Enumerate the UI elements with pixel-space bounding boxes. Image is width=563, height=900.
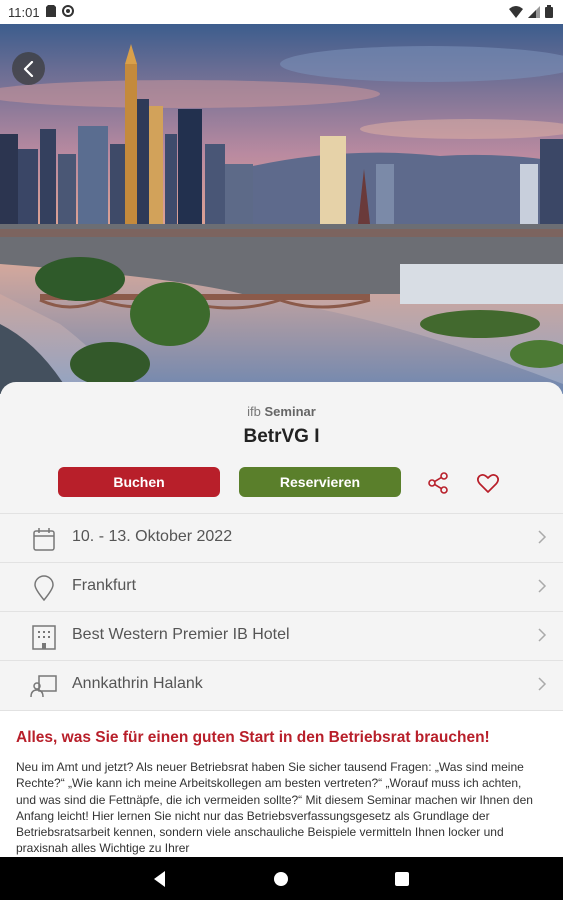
reserve-button[interactable]: Reservieren	[239, 467, 401, 497]
date-text: 10. - 13. Oktober 2022	[72, 528, 233, 545]
nav-recents-icon[interactable]	[392, 869, 412, 889]
details-list: 10. - 13. Oktober 2022 Frankfurt Best We…	[0, 513, 563, 709]
seminar-card: ifb Seminar BetrVG I Buchen Reservieren …	[0, 382, 563, 861]
book-button[interactable]: Buchen	[58, 467, 220, 497]
hotel-row[interactable]: Best Western Premier IB Hotel	[0, 611, 563, 660]
seminar-title: BetrVG I	[243, 426, 320, 447]
storage-icon	[45, 4, 56, 20]
brand-label: ifb	[247, 404, 261, 419]
description-heading: Alles, was Sie für einen guten Start in …	[16, 729, 490, 746]
hotel-text: Best Western Premier IB Hotel	[72, 626, 290, 643]
nav-home-icon[interactable]	[271, 869, 291, 889]
sync-icon	[61, 4, 74, 20]
hotel-building-icon	[30, 623, 58, 651]
signal-icon	[528, 5, 540, 21]
calendar-icon	[30, 525, 58, 553]
chevron-right-icon	[538, 530, 547, 544]
chevron-right-icon	[538, 579, 547, 593]
chevron-right-icon	[538, 628, 547, 642]
wifi-icon	[509, 5, 523, 21]
favorite-heart-icon[interactable]	[476, 471, 500, 495]
speaker-presentation-icon	[30, 672, 58, 700]
system-navigation-bar	[0, 857, 563, 900]
hero-image	[0, 24, 563, 394]
location-text: Frankfurt	[72, 577, 137, 594]
chevron-left-icon	[23, 60, 33, 77]
status-icons	[509, 5, 553, 21]
speaker-row[interactable]: Annkathrin Halank	[0, 660, 563, 709]
battery-icon	[545, 5, 553, 21]
location-pin-icon	[30, 574, 58, 602]
chevron-right-icon	[538, 677, 547, 691]
share-icon[interactable]	[426, 471, 450, 495]
speaker-text: Annkathrin Halank	[72, 675, 203, 692]
description-body: Neu im Amt und jetzt? Als neuer Betriebs…	[16, 760, 533, 856]
status-time: 11:01	[8, 4, 40, 20]
back-button[interactable]	[12, 52, 45, 85]
status-bar: 11:01	[0, 0, 563, 24]
description-section: Alles, was Sie für einen guten Start in …	[0, 710, 563, 861]
category-label: Seminar	[264, 404, 316, 419]
nav-back-icon[interactable]	[150, 869, 170, 889]
frankfurt-skyline-image	[0, 24, 563, 394]
location-row[interactable]: Frankfurt	[0, 562, 563, 611]
date-row[interactable]: 10. - 13. Oktober 2022	[0, 513, 563, 562]
seminar-category: ifb Seminar	[0, 404, 563, 419]
